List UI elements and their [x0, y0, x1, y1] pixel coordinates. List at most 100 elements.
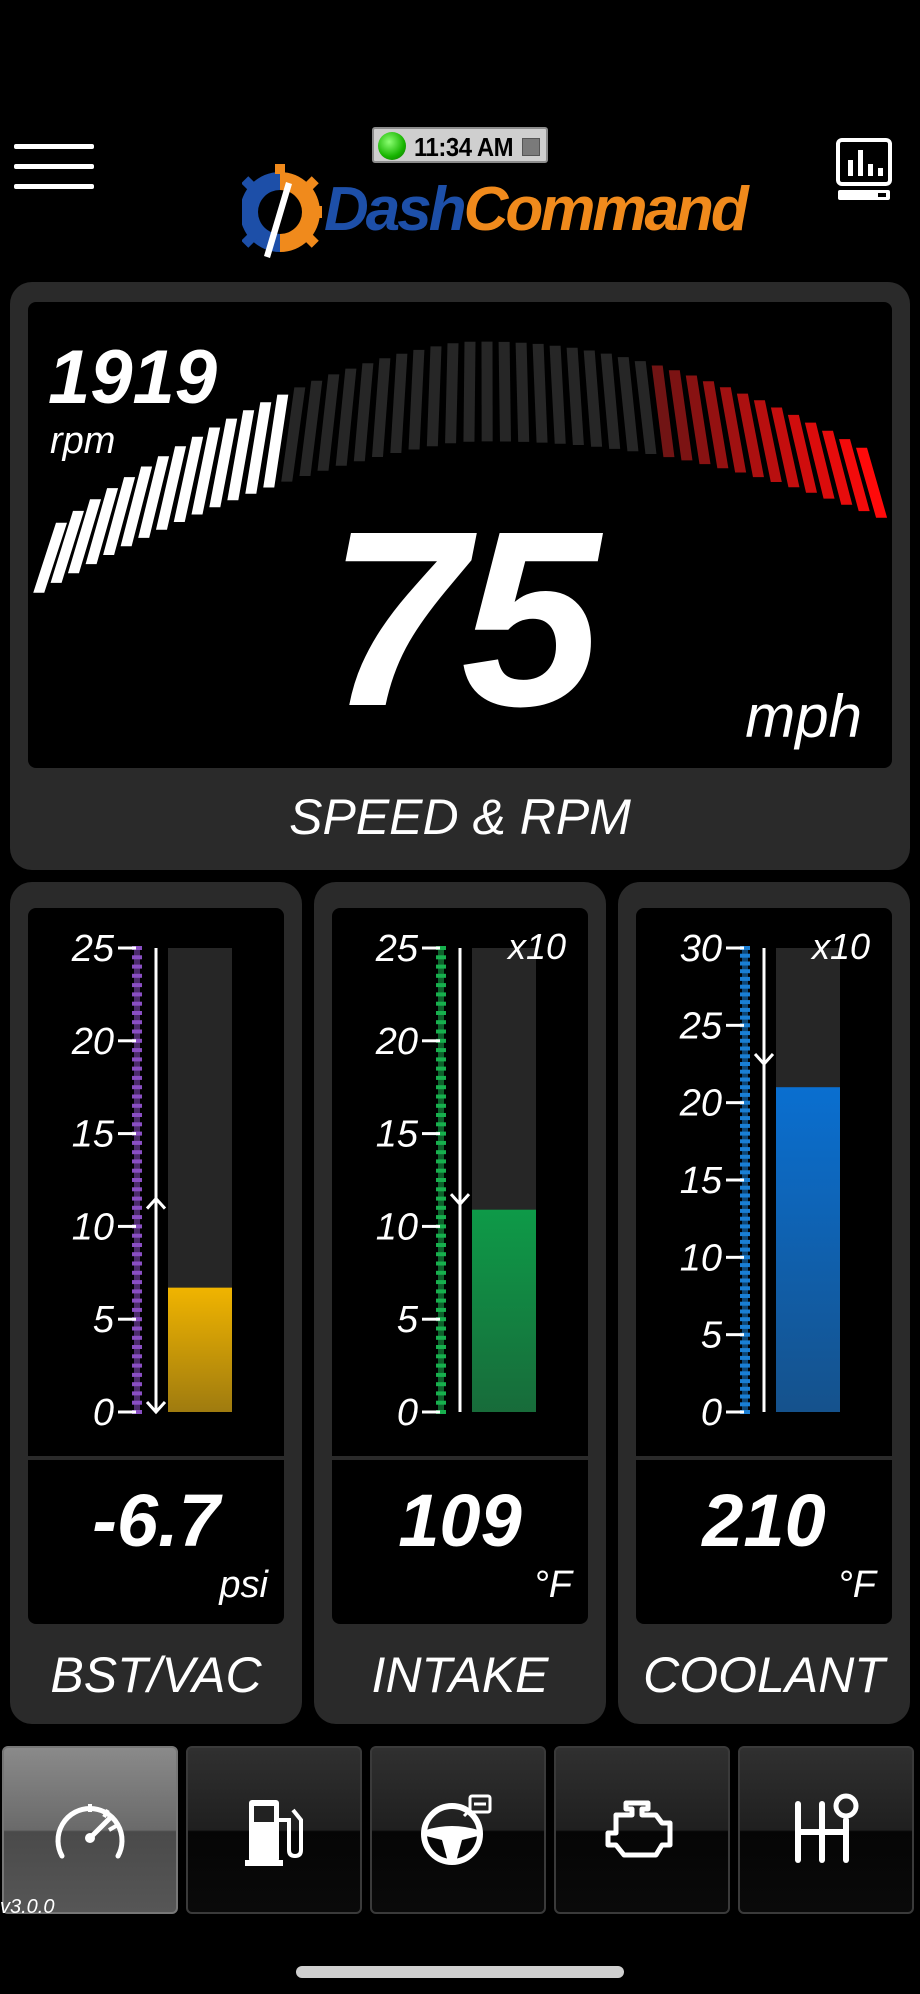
gauge-value: -6.7 [92, 1479, 220, 1562]
monitor-chart-icon [836, 138, 892, 200]
rpm-segment [566, 347, 584, 445]
monitor-button[interactable] [836, 138, 892, 202]
gauge-value: 210 [702, 1479, 826, 1562]
scale-major-tick [726, 1410, 744, 1414]
tab-dashboard[interactable] [2, 1746, 178, 1914]
rpm-segment [463, 341, 476, 442]
scale-tick-label: 25 [71, 928, 115, 970]
gauge-scale-area: 25 20 15 10 5 0 [28, 908, 284, 1456]
scale-major-tick [118, 946, 136, 950]
bar-fill [776, 1087, 840, 1412]
scale-tick-label: 5 [93, 1299, 115, 1341]
coolant-bar-gauge: 30 25 20 15 10 5 0 [679, 928, 840, 1434]
scale-major-tick [118, 1410, 136, 1414]
scale-major-tick [726, 1333, 744, 1337]
gauge-scale-area: 30 25 20 15 10 5 0 x10 [636, 908, 892, 1456]
steering-wheel-icon [421, 1794, 492, 1865]
scale-tick-label: 10 [376, 1206, 418, 1248]
rpm-segment [532, 343, 548, 443]
gauge-scale-area: 25 20 15 10 5 0 x10 [332, 908, 588, 1456]
intake-bar-gauge: 25 20 15 10 5 0 [375, 928, 536, 1434]
rpm-segment [426, 346, 442, 447]
app-version: v3.0.0 [0, 1896, 55, 1918]
scale-tick-label: 20 [375, 1021, 418, 1063]
rpm-segment [498, 341, 511, 442]
rpm-value: 1919 [48, 335, 218, 420]
gauge-intake[interactable]: 25 20 15 10 5 0 x10 109 °F INTAKE [314, 882, 606, 1724]
scale-major-tick [118, 1317, 136, 1321]
scale-major-tick [422, 1039, 440, 1043]
scale-major-tick [726, 1178, 744, 1182]
scale-tick-label: 5 [701, 1315, 723, 1357]
tab-gear[interactable] [738, 1746, 914, 1914]
check-engine-icon [605, 1800, 673, 1858]
gauge-readout: 210 °F [636, 1460, 892, 1624]
rpm-unit: rpm [50, 420, 116, 462]
speed-value: 75 [328, 479, 600, 758]
fuel-pump-icon [245, 1800, 303, 1866]
tab-diagnostics[interactable] [554, 1746, 730, 1914]
speedometer-icon [55, 1804, 125, 1859]
tab-fuel[interactable] [186, 1746, 362, 1914]
scale-major-tick [118, 1132, 136, 1136]
speed-unit: mph [745, 683, 862, 750]
gauge-readout: -6.7 psi [28, 1460, 284, 1624]
rpm-segment [481, 341, 493, 442]
scale-major-tick [422, 1132, 440, 1136]
logo-text-command: Command [463, 175, 749, 244]
rpm-segment [371, 358, 391, 457]
bar-fill [472, 1209, 536, 1412]
bottom-tab-bar [0, 1742, 920, 1918]
gauge-unit: psi [219, 1564, 268, 1606]
scale-major-tick [726, 1101, 744, 1105]
app-logo: DashCommand [242, 156, 749, 264]
scale-tick-label: 0 [93, 1392, 114, 1434]
scale-major-tick [422, 1317, 440, 1321]
scale-strip [438, 948, 444, 1412]
scale-tick-label: 5 [397, 1299, 419, 1341]
gauge-label: INTAKE [371, 1647, 549, 1703]
bar-fill [168, 1287, 232, 1412]
scale-tick-label: 10 [680, 1237, 722, 1279]
scale-major-tick [422, 946, 440, 950]
rpm-segment [617, 357, 639, 452]
scale-strip [134, 948, 140, 1412]
rpm-segment [353, 363, 374, 462]
rpm-segment [600, 353, 621, 449]
rpm-segment [515, 342, 530, 442]
gauge-unit: °F [533, 1564, 572, 1606]
scale-major-tick [118, 1224, 136, 1228]
scale-tick-label: 15 [376, 1114, 419, 1156]
gauge-coolant[interactable]: 30 25 20 15 10 5 0 x10 210 °F COOLANT [618, 882, 910, 1724]
menu-button[interactable] [14, 144, 94, 190]
rpm-segment [445, 343, 459, 444]
hamburger-menu-icon [14, 144, 94, 149]
gauge-label: BST/VAC [50, 1647, 262, 1703]
gauge-unit: °F [837, 1564, 876, 1606]
scale-major-tick [118, 1039, 136, 1043]
rpm-segment [583, 350, 603, 447]
gauge-bst-vac[interactable]: 25 20 15 10 5 0 -6.7 psi BST/VAC [10, 882, 302, 1724]
rpm-segment [390, 353, 408, 453]
scale-tick-label: 0 [701, 1392, 722, 1434]
scale-tick-label: 0 [397, 1392, 418, 1434]
scale-tick-label: 15 [72, 1114, 115, 1156]
tab-drive[interactable] [370, 1746, 546, 1914]
gear-shifter-icon [795, 1793, 859, 1863]
speed-rpm-title: SPEED & RPM [289, 789, 631, 845]
gauge-label: COOLANT [643, 1647, 885, 1703]
rpm-segment [549, 345, 566, 444]
logo-text-dash: Dash [324, 175, 467, 244]
scale-major-tick [726, 946, 744, 950]
gauge-multiplier: x10 [811, 926, 870, 967]
rpm-segment [335, 368, 357, 466]
scale-tick-label: 15 [680, 1160, 723, 1202]
gauge-multiplier: x10 [507, 926, 566, 967]
speed-rpm-panel[interactable]: 1919 rpm 75 mph SPEED & RPM [10, 282, 910, 870]
scale-tick-label: 20 [679, 1083, 722, 1125]
scale-tick-label: 10 [72, 1206, 114, 1248]
speed-rpm-display: 1919 rpm 75 mph [28, 302, 892, 768]
scale-tick-label: 20 [71, 1021, 114, 1063]
gauge-readout: 109 °F [332, 1460, 588, 1624]
home-indicator[interactable] [296, 1966, 624, 1978]
